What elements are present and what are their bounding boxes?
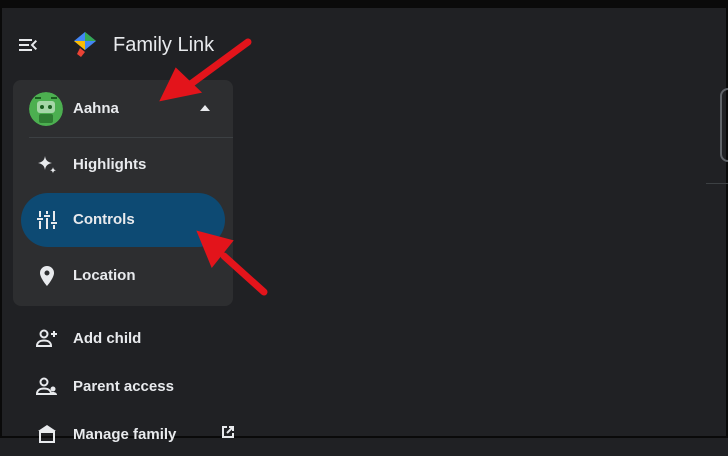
- tune-sliders-icon: [37, 211, 57, 229]
- content-card-edge: [720, 88, 728, 162]
- nav-item-label: Highlights: [73, 156, 147, 173]
- parent-access-icon: [35, 377, 57, 395]
- child-card: Aahna Highlights Controls Location: [13, 80, 233, 306]
- content-divider: [706, 183, 728, 184]
- avatar: [29, 92, 63, 126]
- side-item-parent-access[interactable]: Parent access: [21, 364, 233, 408]
- nav-item-controls[interactable]: Controls: [21, 193, 225, 247]
- child-name: Aahna: [73, 100, 119, 117]
- nav-item-highlights[interactable]: Highlights: [21, 138, 225, 192]
- collapse-menu-icon[interactable]: [16, 33, 40, 57]
- side-item-label: Parent access: [73, 378, 174, 395]
- side-item-label: Add child: [73, 330, 142, 347]
- side-item-manage-family[interactable]: Manage family: [21, 412, 234, 456]
- nav-item-location[interactable]: Location: [21, 249, 225, 303]
- sparkle-icon: [38, 156, 56, 174]
- child-selector[interactable]: Aahna: [13, 80, 233, 137]
- side-item-add-child[interactable]: Add child: [21, 316, 233, 360]
- app-title: Family Link: [113, 34, 215, 56]
- open-in-new-icon: [222, 426, 234, 438]
- top-bar: Family Link: [0, 8, 728, 80]
- side-item-label: Manage family: [73, 426, 177, 443]
- add-person-icon: [35, 329, 57, 347]
- nav-item-label: Controls: [73, 211, 135, 228]
- location-pin-icon: [40, 266, 54, 286]
- family-icon: [38, 425, 56, 443]
- nav-item-label: Location: [73, 267, 136, 284]
- caret-up-icon: [200, 105, 210, 111]
- family-link-logo-icon: [74, 32, 96, 57]
